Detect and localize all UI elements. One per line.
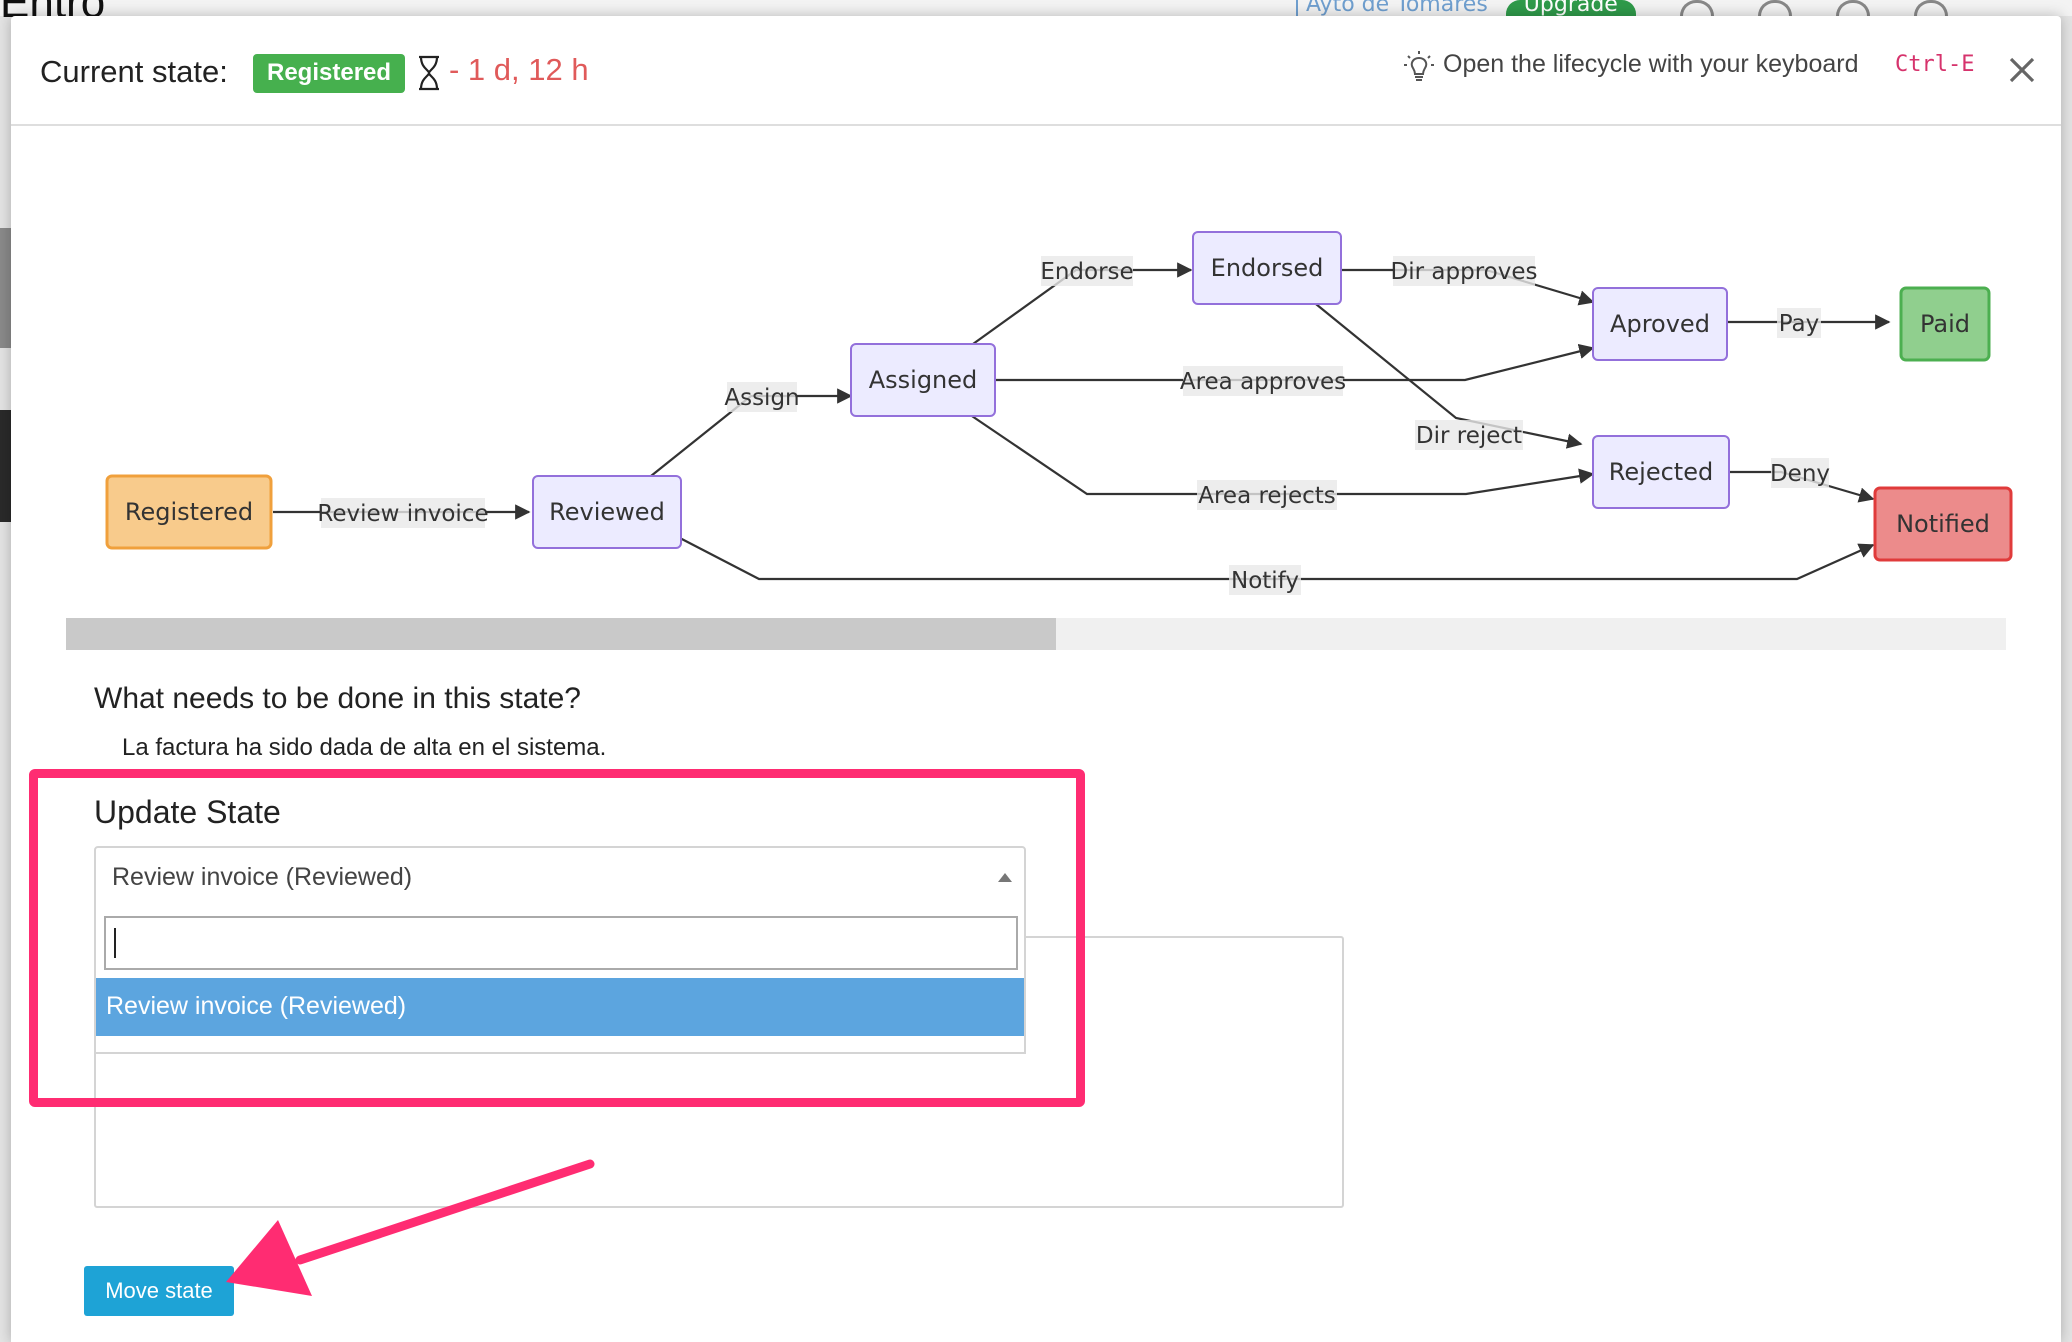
edge-label-notify: Notify: [1231, 568, 1299, 594]
background-upgrade-button: Upgrade: [1505, 0, 1636, 16]
node-endorsed-label: Endorsed: [1211, 254, 1324, 282]
lifecycle-modal: Current state: Registered - 1 d, 12 h Op…: [11, 16, 2061, 1342]
node-assigned-label: Assigned: [869, 366, 978, 394]
edge-label-assign: Assign: [724, 385, 799, 411]
keyboard-tip: Open the lifecycle with your keyboard: [1443, 50, 1859, 78]
node-paid-label: Paid: [1920, 310, 1970, 338]
diagram-scrollbar-thumb[interactable]: [66, 618, 1056, 650]
state-info-description: La factura ha sido dada de alta en el si…: [122, 734, 607, 761]
lifecycle-diagram: Review invoice Assign Endorse Dir approv…: [105, 231, 2013, 595]
users-icon: [1835, 0, 1870, 16]
hourglass-icon: [419, 55, 439, 91]
edge-label-endorse: Endorse: [1040, 259, 1133, 285]
lightbulb-icon: [1404, 51, 1434, 81]
node-registered-label: Registered: [125, 498, 253, 526]
current-state-badge: Registered: [253, 54, 406, 93]
node-reviewed-label: Reviewed: [549, 498, 665, 526]
move-state-button[interactable]: Move state: [84, 1266, 234, 1316]
edge-label-area-approves: Area approves: [1180, 369, 1346, 395]
diagram-scrollbar[interactable]: [66, 618, 2006, 650]
background-nav: Ayto de Tomares Upgrade: [1296, 0, 1948, 16]
current-state-label: Current state:: [40, 54, 228, 89]
edge-label-pay: Pay: [1779, 311, 1820, 337]
bell-icon: [1757, 0, 1792, 16]
close-icon[interactable]: [2004, 52, 2040, 88]
node-notified-label: Notified: [1896, 510, 1990, 538]
edge-label-area-rejects: Area rejects: [1198, 483, 1336, 509]
node-aproved-label: Aproved: [1610, 310, 1710, 338]
edge-label-dir-approves: Dir approves: [1391, 259, 1538, 285]
node-rejected-label: Rejected: [1609, 458, 1713, 486]
state-info-title: What needs to be done in this state?: [94, 682, 581, 715]
edge-label-dir-reject: Dir reject: [1416, 423, 1522, 449]
background-nav-link: Ayto de Tomares: [1296, 0, 1488, 16]
settings-icon: [1913, 0, 1948, 16]
elapsed-time: - 1 d, 12 h: [449, 52, 589, 87]
edge-label-deny: Deny: [1770, 461, 1830, 487]
edge-label-review-invoice: Review invoice: [317, 501, 488, 527]
annotation-highlight-box: [29, 769, 1085, 1107]
help-icon: [1679, 0, 1714, 16]
modal-header: Current state: Registered - 1 d, 12 h Op…: [11, 16, 2061, 126]
keyboard-shortcut: Ctrl-E: [1895, 52, 1975, 77]
